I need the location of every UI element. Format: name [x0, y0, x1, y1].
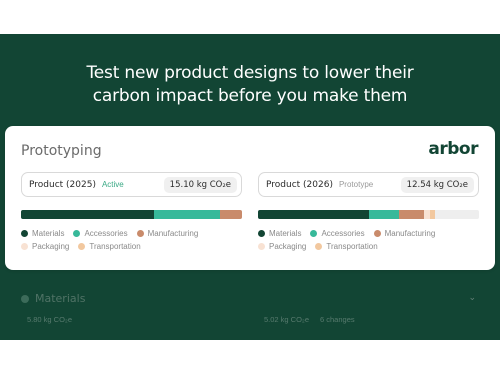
legend-label: Manufacturing	[384, 229, 436, 238]
legend-item: Manufacturing	[373, 229, 436, 238]
product-2026: Product (2026) Prototype 12.54 kg CO₂e M…	[258, 172, 479, 253]
materials-dot-icon	[21, 294, 29, 303]
bar-segment-accessories	[153, 210, 220, 219]
bar-segment-manufacturing	[219, 210, 242, 219]
legend-label: Transportation	[89, 242, 141, 251]
prototyping-card: Prototyping arbor Product (2025) Active …	[5, 126, 495, 270]
legend-dot-icon	[136, 230, 144, 237]
product-name: Product (2026)	[266, 179, 333, 190]
legend-item: Materials	[21, 229, 64, 238]
legend-label: Accessories	[84, 229, 128, 238]
status-badge: Prototype	[338, 180, 374, 189]
legend-label: Packaging	[269, 242, 307, 251]
legend-dot-icon	[21, 230, 28, 237]
page-background	[0, 340, 500, 375]
carbon-breakdown-bar	[258, 210, 479, 219]
legend-item: Packaging	[258, 242, 306, 251]
headline-line-1: Test new product designs to lower their	[86, 63, 414, 83]
bar-segment-manufacturing	[399, 210, 424, 219]
bar-segment-packaging	[423, 210, 431, 219]
product-selector[interactable]: Product (2025) Active 15.10 kg CO₂e	[21, 172, 242, 197]
legend: Materials Accessories Manufacturing Packag…	[21, 227, 242, 253]
legend-label: Accessories	[321, 229, 365, 238]
materials-value-right: 5.02 kg CO₂e	[264, 315, 310, 324]
card-title: Prototyping	[21, 143, 102, 159]
legend-item: Manufacturing	[136, 229, 199, 238]
legend-item: Transportation	[78, 242, 141, 251]
product-2025: Product (2025) Active 15.10 kg CO₂e Mate…	[21, 172, 242, 253]
bar-segment-materials	[21, 210, 154, 219]
legend-dot-icon	[310, 230, 318, 237]
carbon-breakdown-bar	[21, 210, 242, 219]
bar-segment-accessories	[368, 210, 400, 219]
carbon-value: 12.54 kg CO₂e	[400, 176, 474, 193]
materials-section[interactable]: Materials ⌄ 5.80 kg CO₂e 5.02 kg CO₂e 6 …	[0, 280, 500, 340]
materials-value-left: 5.80 kg CO₂e	[27, 315, 73, 324]
legend-item: Transportation	[315, 242, 378, 251]
legend-dot-icon	[78, 243, 86, 250]
legend-dot-icon	[21, 243, 28, 250]
carbon-value: 15.10 kg CO₂e	[163, 176, 237, 193]
bar-segment-materials	[258, 210, 369, 219]
legend-label: Materials	[32, 229, 65, 238]
legend-label: Manufacturing	[147, 229, 199, 238]
legend: Materials Accessories Manufacturing Packag…	[258, 227, 479, 253]
materials-title: Materials	[35, 292, 86, 305]
legend-label: Packaging	[32, 242, 70, 251]
legend-item: Accessories	[73, 229, 128, 238]
materials-changes: 6 changes	[320, 315, 355, 324]
materials-header: Materials	[21, 292, 85, 305]
legend-label: Materials	[269, 229, 302, 238]
legend-dot-icon	[73, 230, 81, 237]
legend-label: Transportation	[326, 242, 378, 251]
chevron-down-icon[interactable]: ⌄	[468, 292, 476, 303]
bar-segment-transportation	[430, 210, 435, 219]
headline: Test new product designs to lower their …	[0, 62, 500, 108]
legend-dot-icon	[315, 243, 323, 250]
legend-item: Packaging	[21, 242, 69, 251]
legend-item: Accessories	[310, 229, 365, 238]
arbor-logo: arbor	[428, 139, 478, 159]
status-badge: Active	[101, 180, 124, 189]
product-selector[interactable]: Product (2026) Prototype 12.54 kg CO₂e	[258, 172, 479, 197]
headline-line-2: carbon impact before you make them	[92, 86, 408, 106]
legend-item: Materials	[258, 229, 301, 238]
legend-dot-icon	[258, 230, 265, 237]
product-name: Product (2025)	[29, 179, 96, 190]
legend-dot-icon	[373, 230, 381, 237]
legend-dot-icon	[258, 243, 265, 250]
